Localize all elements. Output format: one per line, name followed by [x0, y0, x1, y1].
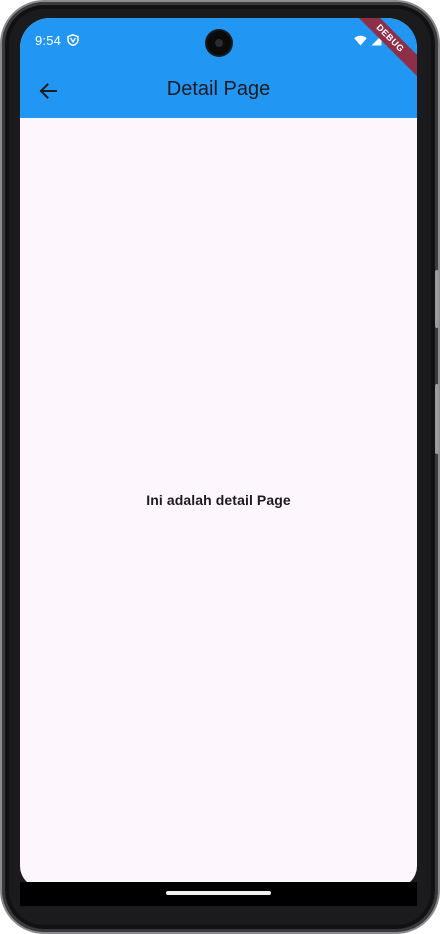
page-title: Detail Page — [166, 78, 271, 100]
status-time: 9:54 — [35, 33, 62, 48]
status-bar: 9:54 DEBUG — [20, 18, 417, 83]
app-screen: 9:54 DEBUG Detail Page Ini adalah detail… — [20, 18, 417, 888]
power-button — [435, 384, 439, 454]
front-camera — [207, 31, 231, 55]
app-bar: 9:54 DEBUG Detail Page — [20, 18, 417, 118]
vpn-shield-icon — [67, 34, 79, 46]
body-text: Ini adalah detail Page — [146, 492, 291, 508]
navigation-bar — [20, 882, 417, 906]
home-indicator[interactable] — [166, 891, 271, 895]
wifi-icon — [354, 35, 367, 45]
volume-button — [435, 270, 439, 328]
toolbar: Detail Page — [20, 64, 417, 118]
